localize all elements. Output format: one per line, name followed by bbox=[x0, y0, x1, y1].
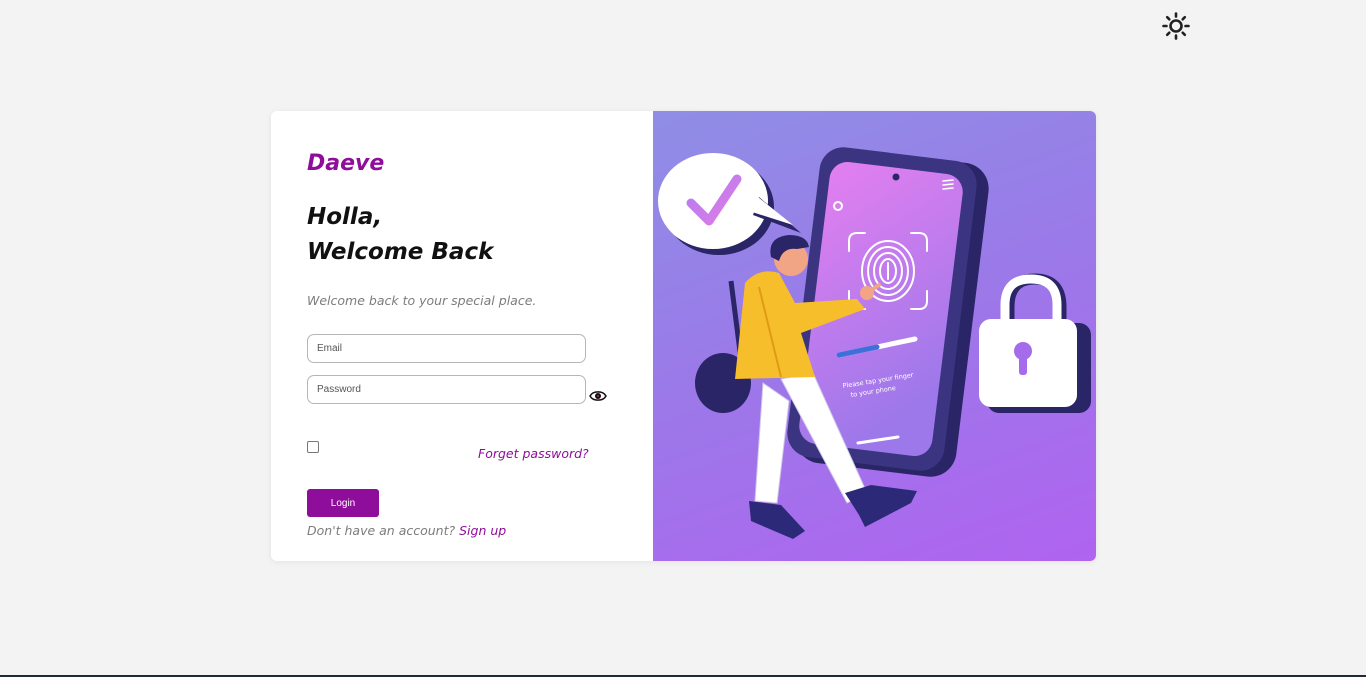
signup-link[interactable]: Sign up bbox=[459, 523, 506, 538]
fingerprint-login-illustration: Please tap your finger to your phone bbox=[658, 147, 1091, 539]
signup-prompt: Don't have an account? Sign up bbox=[307, 523, 506, 538]
theme-toggle-button[interactable] bbox=[1160, 10, 1192, 42]
eye-icon[interactable] bbox=[589, 389, 607, 403]
welcome-heading-line1: Holla, bbox=[307, 204, 383, 230]
brand-logo: Daeve bbox=[307, 151, 385, 176]
sun-icon bbox=[1162, 12, 1190, 40]
email-input[interactable] bbox=[307, 334, 586, 363]
login-card: Daeve Holla, Welcome Back Welcome back t… bbox=[271, 111, 1096, 561]
forgot-password-link[interactable]: Forget password? bbox=[478, 446, 589, 461]
welcome-subtitle: Welcome back to your special place. bbox=[307, 293, 537, 308]
remember-me-checkbox[interactable] bbox=[307, 441, 319, 453]
login-page: Daeve Holla, Welcome Back Welcome back t… bbox=[0, 0, 1366, 677]
password-input[interactable] bbox=[307, 375, 586, 404]
welcome-heading: Holla, Welcome Back bbox=[307, 200, 493, 270]
login-button[interactable]: Login bbox=[307, 489, 379, 517]
welcome-heading-line2: Welcome Back bbox=[307, 239, 494, 265]
signup-prompt-text: Don't have an account? bbox=[307, 523, 456, 538]
padlock-icon bbox=[979, 273, 1091, 413]
login-form-panel: Daeve Holla, Welcome Back Welcome back t… bbox=[271, 111, 653, 561]
illustration-panel: Please tap your finger to your phone bbox=[653, 111, 1096, 561]
